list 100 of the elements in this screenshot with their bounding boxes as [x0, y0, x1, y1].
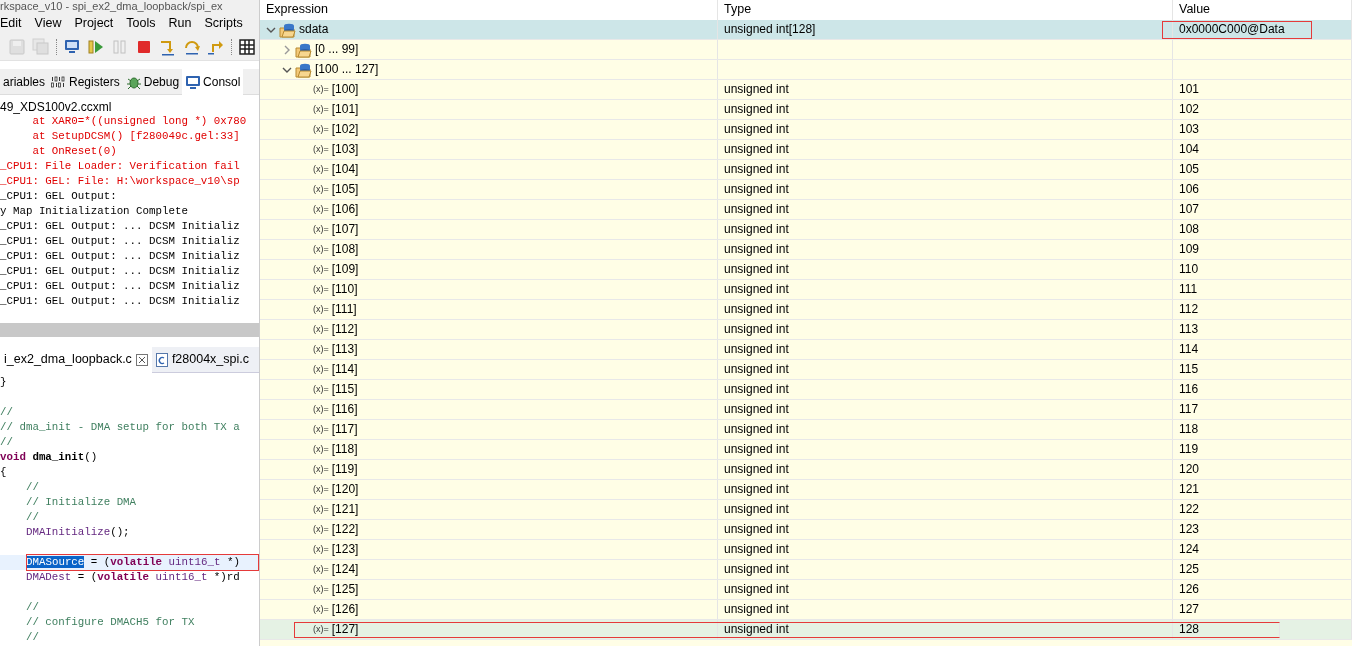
expression-name: [108] — [331, 241, 359, 258]
code-line: // — [0, 405, 14, 420]
value-text: 118 — [1179, 422, 1199, 436]
value-text: 126 — [1179, 582, 1200, 596]
variable-icon: (x)= — [313, 560, 329, 579]
type-text: unsigned int — [724, 342, 789, 356]
type-text: unsigned int — [724, 202, 789, 216]
type-text: unsigned int — [724, 122, 789, 136]
variable-icon: (x)= — [313, 80, 329, 99]
type-text: unsigned int — [724, 502, 789, 516]
expression-name: [100] — [331, 81, 359, 98]
expression-name: [105] — [331, 181, 359, 198]
menu-item[interactable]: View — [34, 13, 62, 33]
expression-name: [106] — [331, 201, 359, 218]
type-text: unsigned int — [724, 462, 789, 476]
monitor-icon[interactable] — [63, 37, 81, 56]
value-text: 105 — [1179, 162, 1200, 176]
variable-icon: (x)= — [313, 600, 329, 619]
value-text: 102 — [1179, 102, 1200, 116]
variable-icon: (x)= — [313, 120, 329, 139]
variable-icon: (x)= — [313, 300, 329, 319]
variable-icon: (x)= — [313, 100, 329, 119]
console-line: y Map Initialization Complete — [0, 204, 189, 219]
type-text: unsigned int[128] — [724, 22, 816, 36]
type-text: unsigned int — [724, 282, 789, 296]
menu-item[interactable]: Tools — [126, 13, 156, 33]
console-title: 49_XDS100v2.ccxml — [0, 99, 113, 114]
type-text: unsigned int — [724, 162, 789, 176]
console-line: _CPU1: GEL Output: ... DCSM Initializ — [0, 264, 241, 279]
type-text: unsigned int — [724, 622, 789, 636]
code-line: DMADest = (volatile uint16_t *)rd — [24, 570, 241, 585]
type-text: unsigned int — [724, 582, 789, 596]
column-header[interactable]: Value — [1179, 2, 1211, 16]
type-text: unsigned int — [724, 302, 789, 316]
expression-name: [114] — [331, 361, 358, 378]
console-line: at XAR0=*((unsigned long *) 0x780 — [31, 114, 248, 129]
close-icon[interactable] — [135, 353, 148, 366]
console-line: _CPU1: File Loader: Verification fail — [0, 159, 241, 174]
variable-icon: (x)= — [313, 620, 329, 639]
folder-icon — [295, 61, 312, 78]
console-line: _CPU1: GEL Output: ... DCSM Initializ — [0, 294, 241, 309]
value-text: 117 — [1179, 402, 1199, 416]
console-line: _CPU1: GEL Output: ... DCSM Initializ — [0, 279, 241, 294]
grid-icon[interactable] — [238, 37, 256, 56]
type-text: unsigned int — [724, 142, 789, 156]
editor-tab[interactable]: f28004x_spi.c — [151, 346, 253, 373]
code-line: DMAInitialize(); — [24, 525, 131, 540]
folder-icon — [279, 21, 296, 38]
code-line: // — [24, 480, 40, 495]
expression-name: [0 ... 99] — [315, 41, 359, 58]
expression-name: [103] — [331, 141, 359, 158]
variable-icon: (x)= — [313, 420, 329, 439]
variable-icon: (x)= — [313, 340, 329, 359]
binary-icon — [51, 73, 68, 90]
code-line: // — [24, 600, 40, 615]
code-line: // — [24, 630, 40, 645]
type-text: unsigned int — [724, 602, 789, 616]
column-header[interactable]: Expression — [266, 2, 328, 16]
menu-item[interactable]: Edit — [0, 13, 22, 33]
console-line: at OnReset(0) — [31, 144, 118, 159]
variable-icon: (x)= — [313, 160, 329, 179]
code-line: // dma_init - DMA setup for both TX a — [0, 420, 241, 435]
code-line: DMASource = (volatile uint16_t *) — [26, 555, 241, 570]
type-text: unsigned int — [724, 82, 789, 96]
editor-tab[interactable]: i_ex2_dma_loopback.c — [0, 346, 152, 373]
column-header[interactable]: Type — [724, 2, 752, 16]
type-text: unsigned int — [724, 222, 789, 236]
value-text: 106 — [1179, 182, 1200, 196]
variable-icon: (x)= — [313, 400, 329, 419]
expression-name: [127] — [331, 621, 359, 638]
type-text: unsigned int — [724, 382, 789, 396]
resume-icon[interactable] — [87, 37, 105, 56]
value-text: 113 — [1179, 322, 1199, 336]
view-tab[interactable]: Registers — [48, 68, 123, 95]
variable-icon: (x)= — [313, 440, 329, 459]
menu-item[interactable]: Project — [74, 13, 114, 33]
expression-name: [117] — [331, 421, 358, 438]
expression-name: [119] — [331, 461, 358, 478]
value-text: 108 — [1179, 222, 1200, 236]
folder-icon — [295, 41, 312, 58]
code-line: // configure DMACH5 for TX — [24, 615, 196, 630]
view-tab[interactable]: Debug — [122, 68, 183, 95]
console-line: _CPU1: GEL Output: ... DCSM Initializ — [0, 234, 241, 249]
value-text: 0x0000C000@Data — [1179, 22, 1285, 36]
type-text: unsigned int — [724, 242, 789, 256]
variable-icon: (x)= — [313, 260, 329, 279]
expression-name: [115] — [331, 381, 358, 398]
value-text: 109 — [1179, 242, 1200, 256]
expression-name: [124] — [331, 561, 359, 578]
expression-name: [123] — [331, 541, 359, 558]
variable-icon: (x)= — [313, 460, 329, 479]
type-text: unsigned int — [724, 422, 789, 436]
menu-item[interactable]: Scripts — [204, 13, 243, 33]
value-text: 101 — [1179, 82, 1200, 96]
menu-item[interactable]: Run — [168, 13, 192, 33]
console-line: _CPU1: GEL Output: ... DCSM Initializ — [0, 219, 241, 234]
variable-icon: (x)= — [313, 200, 329, 219]
expression-name: [111] — [331, 301, 357, 318]
view-tab[interactable]: Consol — [182, 68, 244, 95]
view-tab[interactable]: ariables — [0, 68, 49, 95]
